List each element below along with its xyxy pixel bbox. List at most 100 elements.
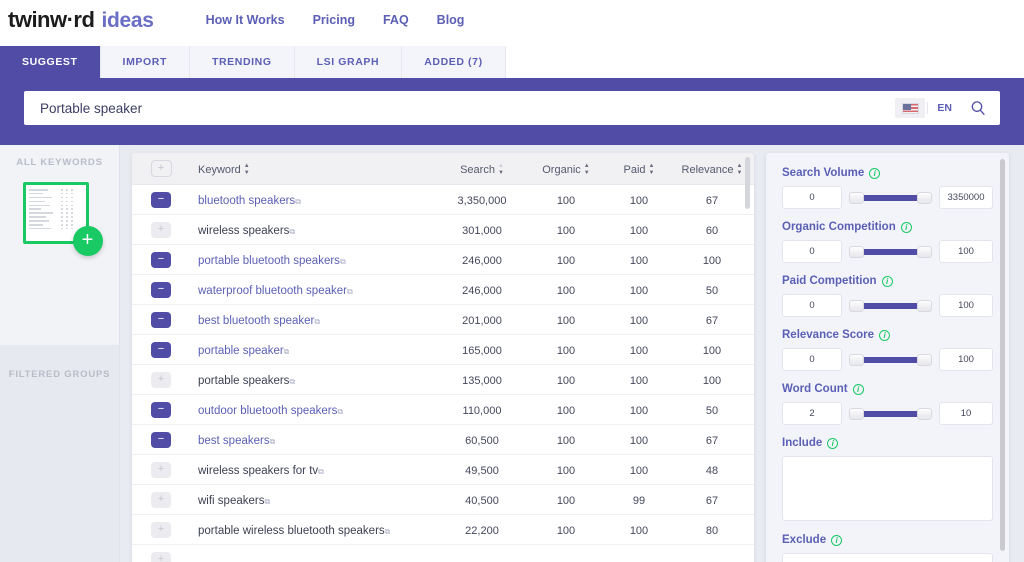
table-row[interactable]: + portable speakers⧉ 135,000 100 100 100 bbox=[132, 365, 754, 395]
filter-max-input[interactable]: 100 bbox=[939, 294, 993, 317]
keyword-link[interactable]: best speakers bbox=[198, 435, 270, 447]
table-row[interactable]: − best bluetooth speaker⧉ 201,000 100 100 67 bbox=[132, 305, 754, 335]
filter-min-input[interactable]: 0 bbox=[782, 240, 842, 263]
slider-max-handle[interactable] bbox=[917, 408, 932, 420]
filter-max-input[interactable]: 3350000 bbox=[939, 186, 993, 209]
info-icon[interactable]: i bbox=[900, 221, 912, 233]
filter-min-input[interactable]: 0 bbox=[782, 294, 842, 317]
keyword-link[interactable]: best bluetooth speaker bbox=[198, 315, 314, 327]
table-scrollbar[interactable] bbox=[745, 157, 750, 562]
table-row[interactable]: − outdoor bluetooth speakers⧉ 110,000 100 10… bbox=[132, 395, 754, 425]
external-link-icon[interactable]: ⧉ bbox=[337, 407, 343, 416]
language-code-label[interactable]: EN bbox=[927, 102, 961, 114]
tab-trending[interactable]: TRENDING bbox=[189, 46, 295, 78]
external-link-icon[interactable]: ⧉ bbox=[347, 287, 353, 296]
filter-max-input[interactable]: 100 bbox=[939, 240, 993, 263]
filter-max-input[interactable]: 10 bbox=[939, 402, 993, 425]
keyword-link[interactable]: portable speaker bbox=[198, 345, 284, 357]
table-row[interactable]: + wireless speakers for tv⧉ 49,500 100 100 48 bbox=[132, 455, 754, 485]
filter-range-slider[interactable] bbox=[849, 186, 932, 209]
nav-link-faq[interactable]: FAQ bbox=[383, 13, 409, 27]
add-all-keywords-button[interactable]: + bbox=[150, 160, 172, 177]
slider-min-handle[interactable] bbox=[849, 246, 864, 258]
filter-min-input[interactable]: 0 bbox=[782, 348, 842, 371]
remove-keyword-button[interactable]: − bbox=[151, 191, 171, 208]
keyword-link[interactable]: bluetooth speakers bbox=[198, 195, 295, 207]
external-link-icon[interactable]: ⧉ bbox=[295, 197, 301, 206]
remove-keyword-button[interactable]: − bbox=[151, 341, 171, 358]
info-icon[interactable]: i bbox=[827, 437, 839, 449]
table-row[interactable]: + portable wireless bluetooth speakers⧉ 22… bbox=[132, 515, 754, 545]
filter-min-input[interactable]: 0 bbox=[782, 186, 842, 209]
brand-logo[interactable]: twinw·rd ideas bbox=[8, 7, 154, 33]
info-icon[interactable]: i bbox=[869, 167, 881, 179]
slider-max-handle[interactable] bbox=[917, 246, 932, 258]
add-keyword-group-button[interactable]: + bbox=[72, 226, 103, 256]
keyword-link[interactable]: wireless speakers for tv bbox=[198, 465, 318, 477]
tab-lsi-graph[interactable]: LSI GRAPH bbox=[294, 46, 403, 78]
keyword-link[interactable]: portable speakers bbox=[198, 375, 289, 387]
table-row[interactable]: − portable speaker⧉ 165,000 100 100 100 bbox=[132, 335, 754, 365]
external-link-icon[interactable]: ⧉ bbox=[289, 227, 295, 236]
table-row[interactable]: − bluetooth speakers⧉ 3,350,000 100 100 67 bbox=[132, 185, 754, 215]
nav-link-blog[interactable]: Blog bbox=[437, 13, 465, 27]
info-icon[interactable]: i bbox=[879, 329, 891, 341]
slider-max-handle[interactable] bbox=[917, 354, 932, 366]
add-keyword-button[interactable]: + bbox=[151, 551, 171, 562]
external-link-icon[interactable]: ⧉ bbox=[314, 317, 320, 326]
external-link-icon[interactable]: ⧉ bbox=[264, 497, 270, 506]
slider-min-handle[interactable] bbox=[849, 192, 864, 204]
keyword-link[interactable]: waterproof bluetooth speaker bbox=[198, 285, 347, 297]
add-keyword-button[interactable]: + bbox=[151, 491, 171, 508]
external-link-icon[interactable]: ⧉ bbox=[270, 437, 276, 446]
remove-keyword-button[interactable]: − bbox=[151, 401, 171, 418]
filter-range-slider[interactable] bbox=[849, 294, 932, 317]
external-link-icon[interactable]: ⧉ bbox=[289, 377, 295, 386]
table-row[interactable]: − waterproof bluetooth speaker⧉ 246,000 100… bbox=[132, 275, 754, 305]
filters-scrollbar-thumb[interactable] bbox=[1000, 159, 1005, 551]
add-keyword-button[interactable]: + bbox=[151, 461, 171, 478]
table-row[interactable]: − portable bluetooth speakers⧉ 246,000 100 1… bbox=[132, 245, 754, 275]
info-icon[interactable]: i bbox=[881, 275, 893, 287]
remove-keyword-button[interactable]: − bbox=[151, 251, 171, 268]
slider-max-handle[interactable] bbox=[917, 192, 932, 204]
tab-suggest[interactable]: SUGGEST bbox=[0, 46, 101, 78]
add-keyword-button[interactable]: + bbox=[151, 371, 171, 388]
keyword-link[interactable]: portable wireless bluetooth speakers bbox=[198, 525, 385, 537]
slider-max-handle[interactable] bbox=[917, 300, 932, 312]
external-link-icon[interactable]: ⧉ bbox=[340, 257, 346, 266]
filter-range-slider[interactable] bbox=[849, 402, 932, 425]
column-header-search[interactable]: Search ▲ ▼ bbox=[460, 163, 504, 176]
keyword-link[interactable]: wireless speakers bbox=[198, 225, 289, 237]
filter-min-input[interactable]: 2 bbox=[782, 402, 842, 425]
keyword-link[interactable]: outdoor bluetooth speakers bbox=[198, 405, 337, 417]
info-icon[interactable]: i bbox=[831, 534, 843, 546]
language-flag-button[interactable] bbox=[895, 98, 926, 118]
nav-link-pricing[interactable]: Pricing bbox=[313, 13, 355, 27]
external-link-icon[interactable]: ⧉ bbox=[385, 527, 391, 536]
search-submit-button[interactable] bbox=[961, 100, 1000, 116]
add-keyword-button[interactable]: + bbox=[151, 521, 171, 538]
add-keyword-button[interactable]: + bbox=[151, 221, 171, 238]
table-scrollbar-thumb[interactable] bbox=[745, 157, 750, 209]
remove-keyword-button[interactable]: − bbox=[151, 311, 171, 328]
search-input[interactable]: Portable speaker bbox=[24, 101, 895, 116]
filter-range-slider[interactable] bbox=[849, 240, 932, 263]
keyword-link[interactable]: portable bluetooth speakers bbox=[198, 255, 340, 267]
filters-scrollbar[interactable] bbox=[1000, 159, 1005, 562]
external-link-icon[interactable]: ⧉ bbox=[318, 467, 324, 476]
exclude-textarea[interactable] bbox=[782, 553, 993, 562]
remove-keyword-button[interactable]: − bbox=[151, 281, 171, 298]
table-row[interactable]: + wireless speakers⧉ 301,000 100 100 60 bbox=[132, 215, 754, 245]
column-header-keyword[interactable]: Keyword ▲ ▼ bbox=[198, 163, 250, 176]
slider-min-handle[interactable] bbox=[849, 354, 864, 366]
table-row-partial[interactable]: + bbox=[132, 545, 754, 562]
slider-min-handle[interactable] bbox=[849, 408, 864, 420]
column-header-paid[interactable]: Paid ▲ ▼ bbox=[624, 163, 655, 176]
info-icon[interactable]: i bbox=[852, 383, 864, 395]
filter-max-input[interactable]: 100 bbox=[939, 348, 993, 371]
remove-keyword-button[interactable]: − bbox=[151, 431, 171, 448]
external-link-icon[interactable]: ⧉ bbox=[284, 347, 290, 356]
column-header-relevance[interactable]: Relevance ▲ ▼ bbox=[682, 163, 743, 176]
column-header-organic[interactable]: Organic ▲ ▼ bbox=[542, 163, 589, 176]
